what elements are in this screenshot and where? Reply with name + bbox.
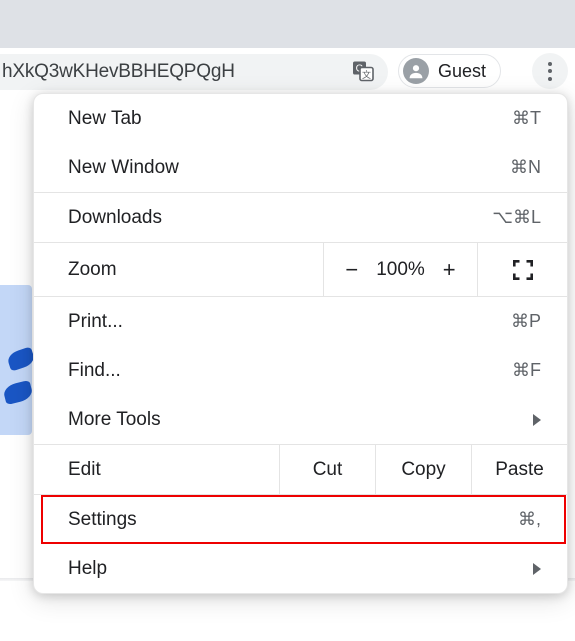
- menu-item-shortcut: ⌘N: [510, 157, 541, 177]
- menu-item-label: Settings: [68, 508, 137, 530]
- menu-item-label: Downloads: [68, 206, 162, 228]
- zoom-level-value: 100%: [376, 258, 425, 280]
- tab-strip: [0, 0, 575, 48]
- menu-item-new-tab[interactable]: New Tab ⌘T: [34, 94, 567, 143]
- edit-label: Edit: [68, 458, 101, 480]
- edit-paste-button[interactable]: Paste: [471, 445, 567, 494]
- kebab-menu-icon[interactable]: [532, 53, 568, 89]
- menu-item-more-tools[interactable]: More Tools: [34, 395, 567, 444]
- menu-item-print[interactable]: Print... ⌘P: [34, 297, 567, 346]
- menu-item-help[interactable]: Help: [34, 544, 567, 593]
- menu-item-edit: Edit Cut Copy Paste: [34, 445, 567, 494]
- menu-item-label: Help: [68, 557, 108, 579]
- address-bar-text: hXkQ3wKHevBBHEQPQgH: [2, 61, 235, 82]
- chevron-right-icon: [533, 562, 541, 575]
- menu-item-zoom: Zoom − 100% +: [34, 243, 567, 296]
- zoom-in-button[interactable]: +: [443, 258, 456, 281]
- menu-item-shortcut: ⌥⌘L: [492, 207, 541, 227]
- avatar: [403, 58, 429, 84]
- address-bar[interactable]: hXkQ3wKHevBBHEQPQgH: [0, 54, 388, 90]
- menu-item-label: New Tab: [68, 107, 142, 129]
- chrome-main-menu: New Tab ⌘T New Window ⌘N Downloads ⌥⌘L Z…: [33, 93, 568, 594]
- menu-item-shortcut: ⌘T: [512, 108, 541, 128]
- menu-item-shortcut: ⌘P: [510, 311, 541, 331]
- browser-window: hXkQ3wKHevBBHEQPQgH G 文 Guest: [0, 0, 575, 641]
- menu-item-shortcut: ⌘F: [512, 360, 541, 380]
- chevron-right-icon: [533, 413, 541, 426]
- profile-chip[interactable]: Guest: [398, 54, 502, 88]
- menu-item-settings[interactable]: Settings ⌘,: [34, 495, 567, 544]
- zoom-out-button[interactable]: −: [345, 258, 358, 281]
- menu-item-label: New Window: [68, 156, 179, 178]
- profile-label: Guest: [438, 60, 487, 81]
- menu-item-new-window[interactable]: New Window ⌘N: [34, 143, 567, 192]
- menu-item-label: More Tools: [68, 408, 161, 430]
- menu-item-downloads[interactable]: Downloads ⌥⌘L: [34, 193, 567, 242]
- settings-row-wrapper: Settings ⌘,: [34, 495, 567, 544]
- edit-cut-button[interactable]: Cut: [279, 445, 375, 494]
- zoom-label: Zoom: [68, 258, 117, 280]
- zoom-controls: − 100% +: [323, 243, 478, 296]
- svg-text:文: 文: [362, 69, 371, 80]
- menu-item-label: Find...: [68, 359, 121, 381]
- fullscreen-icon[interactable]: [478, 243, 567, 296]
- translate-icon[interactable]: G 文: [348, 56, 378, 86]
- menu-item-shortcut: ⌘,: [517, 509, 541, 529]
- menu-item-find[interactable]: Find... ⌘F: [34, 346, 567, 395]
- menu-item-label: Print...: [68, 310, 123, 332]
- edit-copy-button[interactable]: Copy: [375, 445, 471, 494]
